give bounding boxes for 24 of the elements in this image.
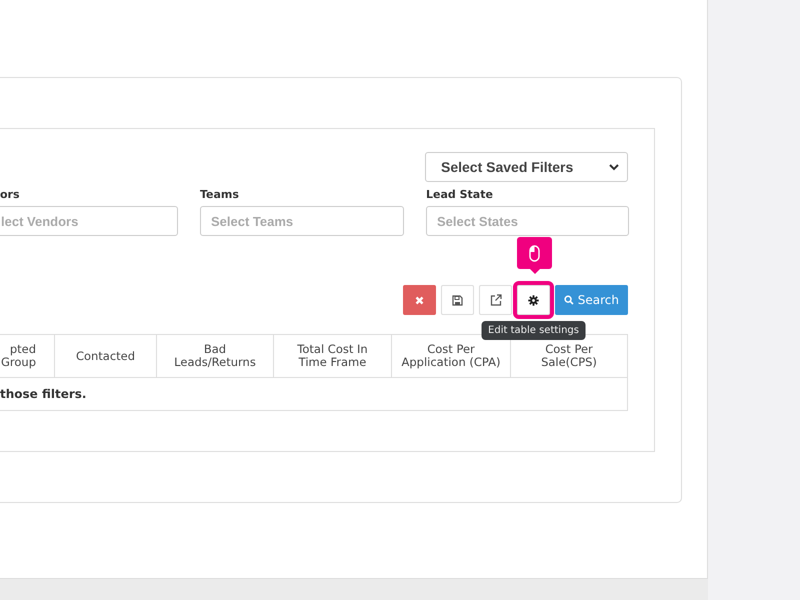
filter-input[interactable]: Select States (426, 206, 629, 236)
mouse-icon (529, 244, 540, 262)
empty-message: those filters. (0, 386, 88, 403)
search-icon (564, 294, 574, 306)
column-header: Cost Per Application (CPA) (392, 335, 511, 377)
column-header: Total Cost In Time Frame (274, 335, 392, 377)
column-header: Cost Per Sale(CPS) (540, 341, 598, 371)
filter-label: Teams (200, 187, 240, 203)
column-header: Bad Leads/Returns (157, 335, 274, 377)
tooltip: Edit table settings (481, 321, 586, 340)
export-button[interactable] (479, 285, 512, 315)
column-header: pted Group (0, 335, 55, 377)
settings-icon (528, 294, 539, 306)
filter-label: Lead State (426, 187, 494, 203)
column-header: Contacted (55, 335, 157, 377)
close-icon (415, 296, 424, 304)
saved-filters-select[interactable]: Select Saved Filters (425, 152, 628, 182)
filter-input[interactable]: Select Teams (200, 206, 404, 236)
clear-button[interactable] (403, 285, 436, 315)
filter-label: ors (0, 187, 21, 203)
external-link-icon (490, 294, 502, 306)
chevron-down-icon (609, 164, 619, 170)
save-button[interactable] (441, 285, 474, 315)
filter-input[interactable]: lect Vendors (0, 206, 178, 236)
